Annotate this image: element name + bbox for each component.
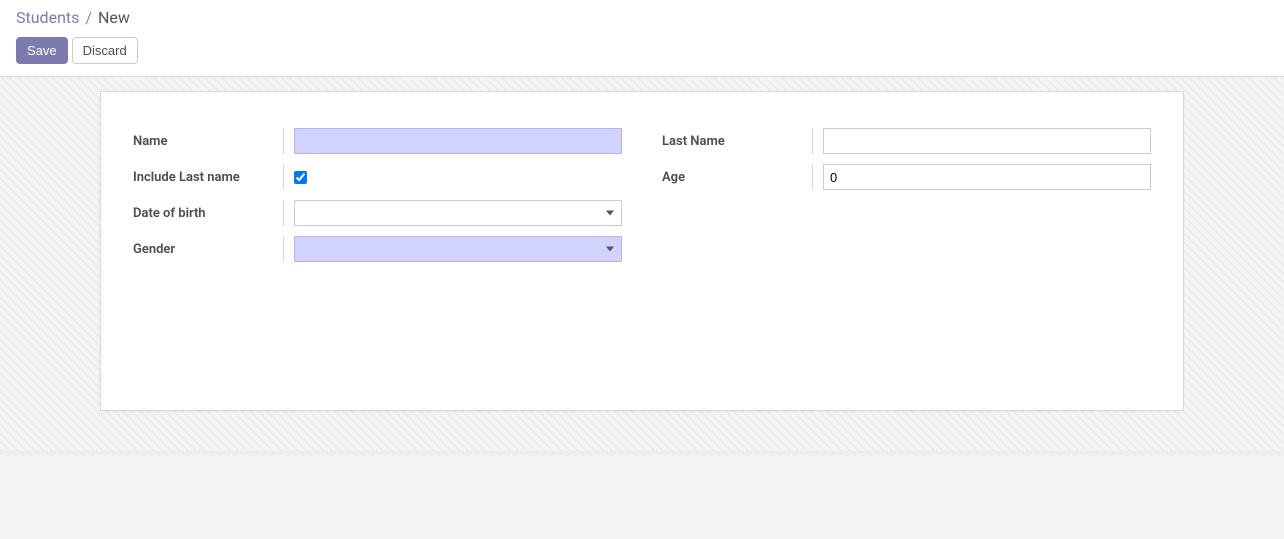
form-row-name: Name (133, 128, 622, 154)
form-row-age: Age (662, 164, 1151, 190)
lastname-input[interactable] (823, 128, 1151, 154)
breadcrumb-current: New (98, 8, 130, 27)
footer-area (0, 459, 1284, 539)
breadcrumb-separator: / (85, 8, 92, 27)
label-age: Age (662, 170, 812, 185)
label-dob: Date of birth (133, 206, 283, 221)
gender-select[interactable] (294, 236, 622, 262)
form-row-gender: Gender (133, 236, 622, 262)
label-include-lastname: Include Last name (133, 170, 283, 185)
breadcrumb: Students / New (16, 8, 1268, 27)
form-row-include-lastname: Include Last name (133, 164, 622, 190)
discard-button[interactable]: Discard (72, 37, 138, 64)
form-column-left: Name Include Last name Date of birth (133, 128, 622, 262)
dob-input[interactable] (294, 200, 622, 226)
breadcrumb-link-students[interactable]: Students (16, 8, 79, 27)
toolbar: Save Discard (16, 37, 1268, 64)
form-sheet: Name Include Last name Date of birth (100, 91, 1184, 411)
form-columns: Name Include Last name Date of birth (133, 128, 1151, 262)
age-input[interactable] (823, 164, 1151, 190)
label-gender: Gender (133, 242, 283, 257)
page-header: Students / New Save Discard (0, 0, 1284, 77)
content-area: Name Include Last name Date of birth (0, 77, 1284, 451)
form-row-dob: Date of birth (133, 200, 622, 226)
form-column-right: Last Name Age (662, 128, 1151, 262)
name-input[interactable] (294, 128, 622, 154)
include-lastname-checkbox[interactable] (294, 171, 307, 184)
footer-shadow (0, 451, 1284, 459)
form-row-lastname: Last Name (662, 128, 1151, 154)
label-lastname: Last Name (662, 134, 812, 149)
label-name: Name (133, 134, 283, 149)
save-button[interactable]: Save (16, 37, 68, 64)
